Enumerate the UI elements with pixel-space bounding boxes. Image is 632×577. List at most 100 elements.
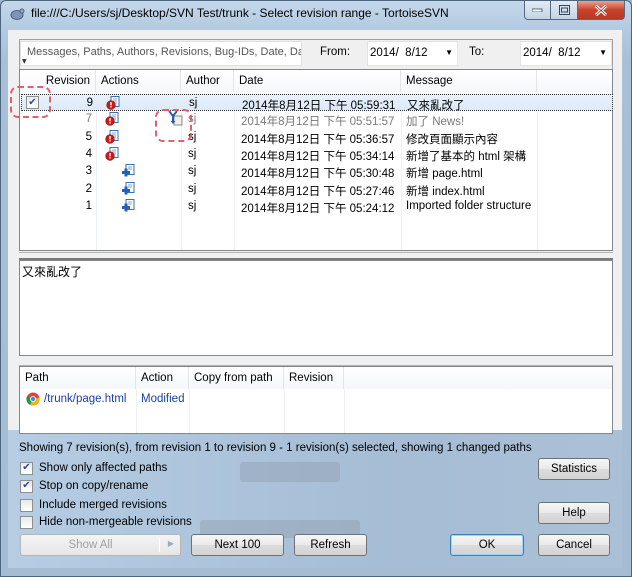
changed-paths-list[interactable]: Path Action Copy from path Revision /tru… bbox=[19, 366, 613, 434]
close-button[interactable] bbox=[578, 1, 625, 20]
revision-author: sj bbox=[189, 97, 198, 109]
revision-date: 2014年8月12日 下午 05:36:57 bbox=[241, 133, 395, 146]
include-merged-revisions-checkbox[interactable]: Include merged revisions bbox=[20, 497, 167, 513]
revision-message: 新增 index.html bbox=[406, 185, 485, 198]
modified-action-icon bbox=[106, 96, 120, 110]
revision-row[interactable]: 3 sj 2014年8月12日 下午 05:30:48 新增 page.html bbox=[21, 163, 613, 180]
checkbox-label: Show only affected paths bbox=[39, 462, 168, 474]
checkbox-label: Include merged revisions bbox=[39, 499, 167, 511]
column-header-filler bbox=[537, 70, 612, 92]
to-label: To: bbox=[469, 46, 485, 58]
splitter-handle[interactable] bbox=[19, 252, 613, 260]
from-date-picker[interactable]: 2014/ 8/12 ▼ bbox=[367, 41, 458, 66]
revision-row[interactable]: 1 sj 2014年8月12日 下午 05:24:12 Imported folder… bbox=[21, 198, 613, 215]
minimize-icon bbox=[532, 8, 543, 12]
revision-author: sj bbox=[188, 182, 197, 195]
revision-date: 2014年8月12日 下午 05:34:14 bbox=[241, 150, 395, 163]
next-100-button[interactable]: Next 100 bbox=[191, 534, 284, 556]
title-bar[interactable]: file:///C:/Users/sj/Desktop/SVN Test/tru… bbox=[1, 1, 631, 27]
revision-row[interactable]: 5 sj 2014年8月12日 下午 05:36:57 修改頁面顯示內容 bbox=[21, 129, 613, 146]
path-action-value: Modified bbox=[141, 393, 185, 405]
from-date-value: 2014/ 8/12 bbox=[370, 47, 428, 59]
added-action-icon bbox=[121, 164, 135, 178]
refresh-button[interactable]: Refresh bbox=[294, 534, 367, 556]
show-all-label: Show All bbox=[68, 539, 113, 551]
revision-number: 2 bbox=[85, 182, 92, 195]
revision-date: 2014年8月12日 下午 05:51:57 bbox=[241, 116, 395, 129]
maximize-button[interactable] bbox=[551, 1, 578, 20]
to-date-value: 2014/ 8/12 bbox=[523, 47, 581, 59]
column-header-author[interactable]: Author bbox=[181, 70, 234, 92]
checkbox-unchecked-icon[interactable] bbox=[20, 515, 33, 529]
close-icon bbox=[594, 4, 608, 16]
column-header-copy-from-path[interactable]: Copy from path bbox=[189, 367, 284, 389]
search-input[interactable]: Messages, Paths, Authors, Revisions, Bug… bbox=[20, 41, 302, 66]
modified-action-icon bbox=[105, 129, 119, 144]
added-action-icon bbox=[121, 198, 135, 213]
revision-row[interactable]: 7 sj 2014年8月12日 下午 05:51:57 加了 News! bbox=[21, 110, 613, 129]
log-message-view[interactable]: 又來亂改了 bbox=[19, 260, 613, 356]
revision-row[interactable]: ✔ 9 sj 2014年8月12日 下午 05:59:31 又來亂改了 bbox=[21, 94, 613, 112]
help-button[interactable]: Help bbox=[538, 502, 610, 524]
path-value: /trunk/page.html bbox=[44, 393, 127, 405]
revision-message: Imported folder structure bbox=[406, 199, 532, 212]
column-header-date[interactable]: Date bbox=[234, 70, 401, 92]
column-header-action[interactable]: Action bbox=[136, 367, 189, 389]
column-header-revision[interactable]: Revision bbox=[284, 367, 344, 389]
statistics-button[interactable]: Statistics bbox=[538, 458, 610, 480]
checkbox-checked-icon[interactable]: ✔ bbox=[20, 461, 33, 475]
revision-list[interactable]: Revision Actions Author Date Message ✔ 9 s… bbox=[19, 69, 613, 251]
hide-non-mergeable-revisions-checkbox[interactable]: Hide non-mergeable revisions bbox=[20, 514, 192, 530]
revision-date: 2014年8月12日 下午 05:30:48 bbox=[241, 168, 395, 181]
revision-row[interactable]: 2 sj 2014年8月12日 下午 05:27:46 新增 index.html bbox=[21, 181, 613, 198]
show-only-affected-paths-checkbox[interactable]: ✔ Show only affected paths bbox=[20, 460, 167, 476]
revision-number: 3 bbox=[85, 165, 92, 178]
show-all-split-button[interactable]: Show All ▶ bbox=[20, 534, 181, 556]
revision-author: sj bbox=[188, 165, 197, 178]
added-action-icon bbox=[121, 181, 135, 196]
split-divider bbox=[159, 538, 160, 552]
revision-row[interactable]: 4 sj 2014年8月12日 下午 05:34:14 新增了基本的 html 架構 bbox=[21, 146, 613, 163]
revision-message: 修改頁面顯示內容 bbox=[406, 133, 498, 146]
revision-date: 2014年8月12日 下午 05:27:46 bbox=[241, 185, 395, 198]
background-ghost bbox=[240, 462, 340, 482]
highlight-annotation-merge-icon bbox=[155, 109, 192, 142]
column-header-path[interactable]: Path bbox=[20, 367, 136, 389]
search-filter-dropdown-icon[interactable]: ▼ bbox=[22, 59, 30, 65]
chevron-right-icon[interactable]: ▶ bbox=[168, 539, 174, 548]
checkbox-unchecked-icon[interactable] bbox=[20, 498, 33, 512]
checkbox-checked-icon[interactable]: ✔ bbox=[20, 479, 33, 493]
from-label: From: bbox=[320, 46, 351, 58]
chrome-file-icon bbox=[26, 392, 40, 406]
revision-number: 5 bbox=[85, 130, 92, 143]
log-message-text: 又來亂改了 bbox=[22, 265, 83, 279]
tortoisesvn-app-icon bbox=[10, 8, 25, 20]
chevron-down-icon[interactable]: ▼ bbox=[599, 48, 607, 57]
modified-action-icon bbox=[105, 112, 119, 126]
to-date-picker[interactable]: 2014/ 8/12 ▼ bbox=[520, 41, 612, 66]
path-row[interactable]: /trunk/page.html Modified bbox=[20, 391, 612, 408]
window-title: file:///C:/Users/sj/Desktop/SVN Test/tru… bbox=[31, 6, 449, 20]
revision-author: sj bbox=[188, 147, 197, 160]
ok-button[interactable]: OK bbox=[450, 534, 524, 556]
splitter-handle[interactable] bbox=[19, 357, 613, 366]
stop-on-copy-rename-checkbox[interactable]: ✔ Stop on copy/rename bbox=[20, 478, 148, 494]
revision-date: 2014年8月12日 下午 05:24:12 bbox=[241, 202, 395, 215]
minimize-button[interactable] bbox=[524, 1, 551, 20]
revision-author: sj bbox=[188, 199, 197, 212]
maximize-icon bbox=[558, 5, 570, 15]
revision-number: 4 bbox=[85, 147, 92, 160]
checkbox-label: Stop on copy/rename bbox=[39, 480, 149, 492]
revision-message: 加了 News! bbox=[406, 116, 465, 129]
modified-action-icon bbox=[105, 146, 119, 161]
column-header-filler bbox=[344, 367, 612, 389]
checkbox-label: Hide non-mergeable revisions bbox=[39, 516, 192, 528]
revision-message: 新增 page.html bbox=[406, 168, 483, 181]
column-header-actions[interactable]: Actions bbox=[96, 70, 181, 92]
cancel-button[interactable]: Cancel bbox=[538, 534, 610, 556]
column-header-message[interactable]: Message bbox=[401, 70, 537, 92]
revision-number: 1 bbox=[85, 199, 92, 212]
highlight-annotation-checkbox bbox=[10, 86, 51, 118]
chevron-down-icon[interactable]: ▼ bbox=[445, 48, 453, 57]
revision-message: 新增了基本的 html 架構 bbox=[406, 150, 527, 163]
